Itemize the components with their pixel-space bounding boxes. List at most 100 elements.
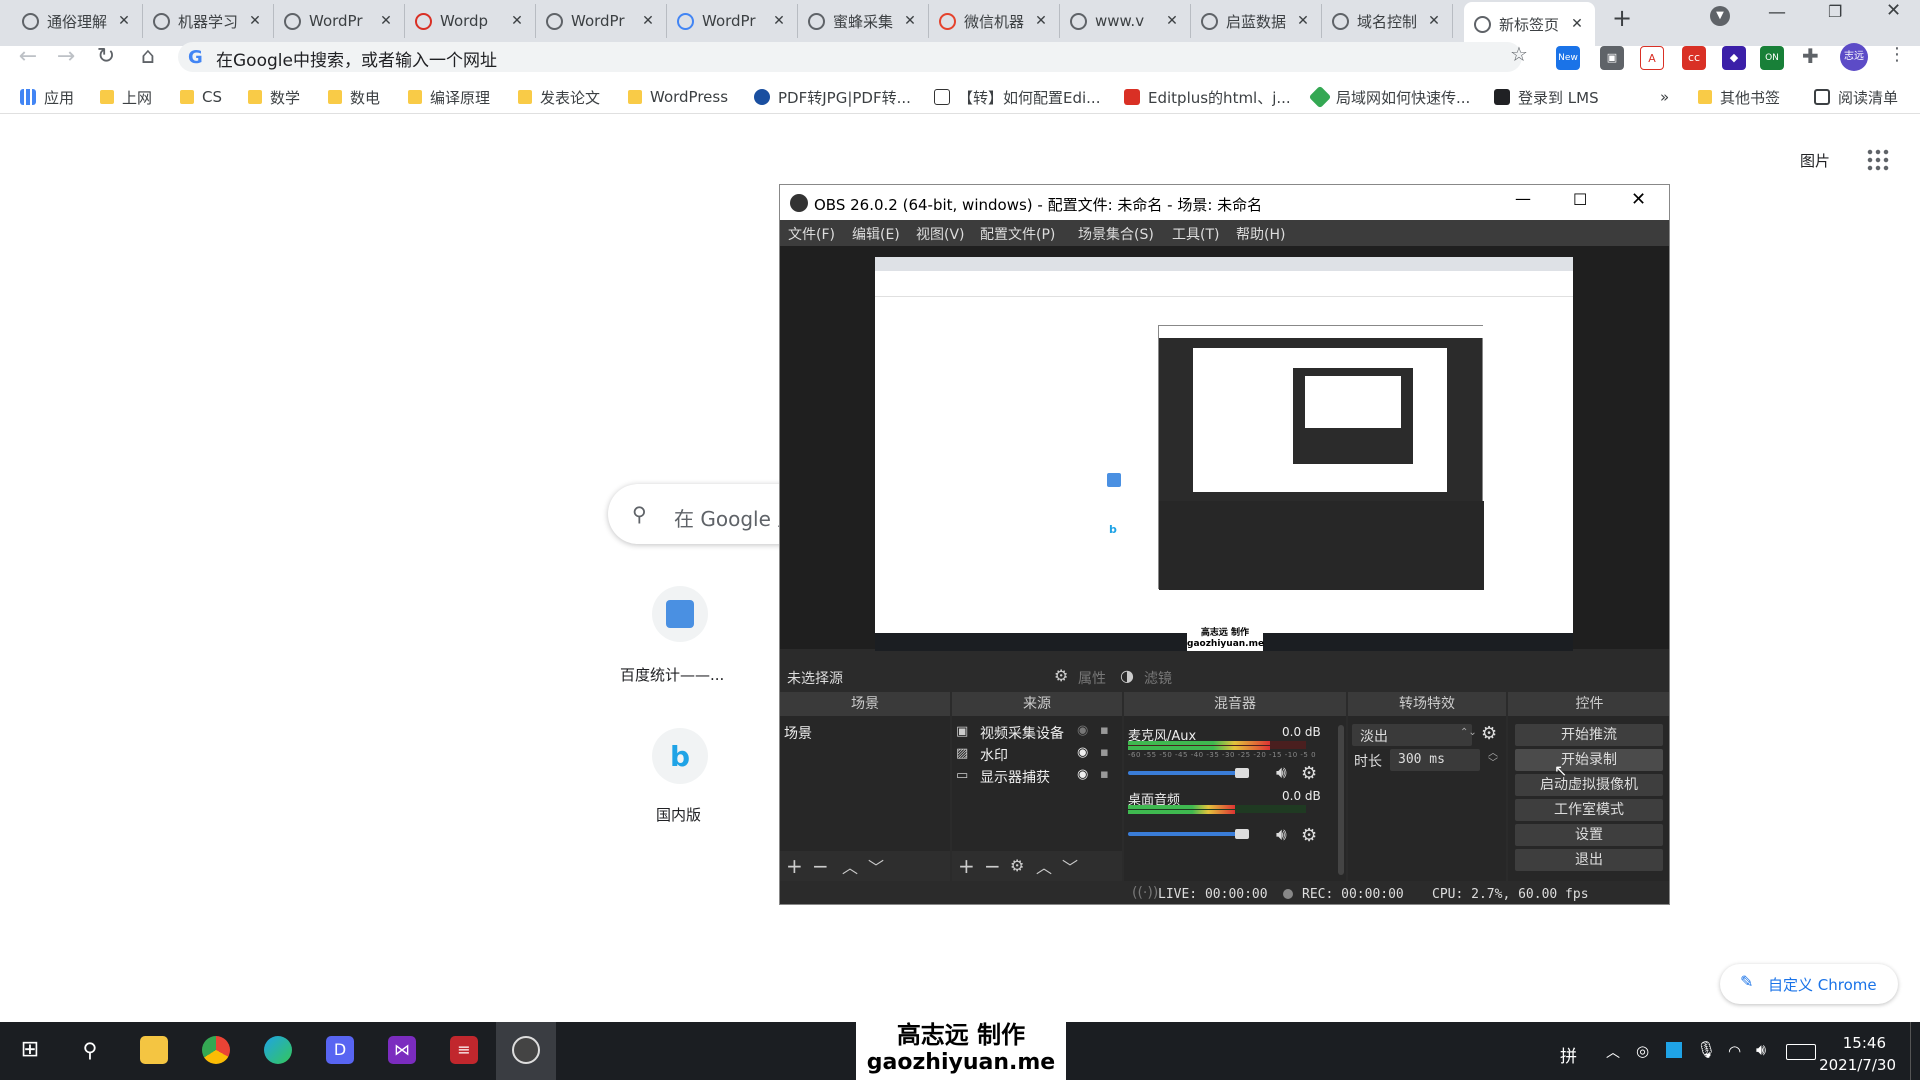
windows-start-icon[interactable]: ⊞ bbox=[16, 1036, 44, 1064]
scene-item[interactable]: 场景 bbox=[784, 723, 812, 743]
volume-slider[interactable] bbox=[1128, 771, 1242, 775]
puzzle-icon[interactable]: ✚ bbox=[1802, 44, 1819, 68]
browser-tab[interactable]: WordPr ✕ bbox=[667, 4, 798, 38]
home-button[interactable]: ⌂ bbox=[134, 40, 162, 74]
exit-button[interactable]: 退出 bbox=[1515, 849, 1663, 871]
wifi-icon[interactable]: ◠ bbox=[1728, 1042, 1741, 1060]
close-icon[interactable]: ✕ bbox=[902, 13, 918, 29]
volume-slider-handle[interactable] bbox=[1235, 768, 1249, 778]
bookmark-folder[interactable]: 上网 bbox=[100, 86, 152, 108]
mixer-scrollbar[interactable] bbox=[1338, 725, 1344, 875]
google-apps-icon[interactable] bbox=[1866, 148, 1890, 172]
menu-profile[interactable]: 配置文件(P) bbox=[980, 224, 1055, 244]
move-down-icon[interactable]: ﹀ bbox=[1062, 854, 1078, 878]
gear-icon[interactable]: ⚙ bbox=[1301, 763, 1317, 784]
close-window-button[interactable]: ✕ bbox=[1631, 189, 1646, 210]
browser-tab[interactable]: WordPr ✕ bbox=[274, 4, 405, 38]
speaker-icon[interactable]: 🔊︎ bbox=[1276, 763, 1287, 783]
close-icon[interactable]: ✕ bbox=[640, 13, 656, 29]
cc-icon[interactable]: cc bbox=[1682, 46, 1706, 70]
winrar-icon[interactable]: ≡ bbox=[450, 1036, 478, 1064]
settings-button[interactable]: 设置 bbox=[1515, 824, 1663, 846]
browser-tab[interactable]: WordPr ✕ bbox=[536, 4, 667, 38]
lock-icon[interactable]: ▪ bbox=[1100, 745, 1109, 760]
bookmark-folder[interactable]: 其他书签 bbox=[1698, 86, 1780, 108]
menu-edit[interactable]: 编辑(E) bbox=[852, 224, 900, 244]
bookmark-apps[interactable]: 应用 bbox=[20, 86, 74, 108]
gear-icon[interactable]: ⚙ bbox=[1010, 856, 1024, 875]
images-link[interactable]: 图片 bbox=[1800, 150, 1830, 171]
source-item[interactable]: 显示器捕获 bbox=[980, 767, 1050, 787]
reading-list-button[interactable]: 阅读清单 bbox=[1814, 86, 1898, 108]
tray-app-icon[interactable] bbox=[1666, 1042, 1682, 1058]
source-item[interactable]: 水印 bbox=[980, 745, 1008, 765]
bookmark-link[interactable]: 【转】如何配置Edi... bbox=[934, 86, 1100, 108]
file-explorer-icon[interactable] bbox=[140, 1036, 168, 1064]
preview-canvas[interactable]: b 高志远 制作 gaozhiyuan.me bbox=[875, 257, 1573, 651]
shortcut-tile[interactable]: b bbox=[652, 728, 708, 784]
minimize-button[interactable]: — bbox=[1768, 2, 1786, 23]
add-icon[interactable]: + bbox=[786, 854, 803, 878]
close-icon[interactable]: ✕ bbox=[509, 13, 525, 29]
close-window-button[interactable]: ✕ bbox=[1886, 0, 1901, 21]
menu-scene-collection[interactable]: 场景集合(S) bbox=[1078, 224, 1154, 244]
browser-tab[interactable]: www.v ✕ bbox=[1060, 4, 1191, 38]
duration-spinner[interactable]: ︿ ﹀ bbox=[1488, 749, 1498, 769]
show-desktop-button[interactable] bbox=[1910, 1022, 1914, 1080]
browser-tab[interactable]: 域名控制 ✕ bbox=[1322, 4, 1453, 38]
reload-button[interactable]: ↻ bbox=[92, 40, 120, 74]
ime-indicator[interactable]: 拼 bbox=[1560, 1042, 1577, 1067]
start-virtual-camera-button[interactable]: 启动虚拟摄像机 bbox=[1515, 774, 1663, 796]
close-icon[interactable]: ✕ bbox=[771, 13, 787, 29]
obs-icon[interactable] bbox=[512, 1036, 540, 1064]
bookmark-folder[interactable]: WordPress bbox=[628, 86, 728, 108]
start-recording-button[interactable]: 开始录制 bbox=[1515, 749, 1663, 771]
eye-hidden-icon[interactable]: ◉ bbox=[1077, 723, 1088, 738]
volume-icon[interactable]: 🔊︎ bbox=[1756, 1040, 1766, 1060]
bookmark-link[interactable]: 局域网如何快速传... bbox=[1308, 85, 1470, 109]
new-tab-button[interactable]: + bbox=[1612, 4, 1632, 32]
star-icon[interactable]: ☆ bbox=[1510, 42, 1528, 66]
move-down-icon[interactable]: ﹀ bbox=[868, 854, 884, 878]
bookmark-folder[interactable]: 编译原理 bbox=[408, 86, 490, 108]
microphone-icon[interactable]: 🎙︎ bbox=[1696, 1040, 1716, 1059]
volume-slider[interactable] bbox=[1128, 832, 1242, 836]
browser-tab[interactable]: 通俗理解 ✕ bbox=[12, 4, 143, 38]
speaker-icon[interactable]: 🔊︎ bbox=[1276, 825, 1287, 845]
clock-date[interactable]: 2021/7/30 bbox=[1810, 1056, 1896, 1074]
lock-icon[interactable]: ▪ bbox=[1100, 767, 1109, 782]
menu-file[interactable]: 文件(F) bbox=[788, 224, 835, 244]
remove-icon[interactable]: − bbox=[812, 854, 829, 878]
close-icon[interactable]: ✕ bbox=[1164, 13, 1180, 29]
menu-view[interactable]: 视图(V) bbox=[916, 224, 965, 244]
more-bookmarks-button[interactable]: » bbox=[1660, 86, 1669, 108]
visual-studio-icon[interactable]: ⋈ bbox=[388, 1036, 416, 1064]
edge-icon[interactable] bbox=[264, 1036, 292, 1064]
add-icon[interactable]: + bbox=[958, 854, 975, 878]
back-button[interactable]: ← bbox=[14, 40, 42, 74]
move-up-icon[interactable]: ︿ bbox=[842, 854, 858, 878]
bookmark-folder[interactable]: 数电 bbox=[328, 86, 380, 108]
studio-mode-button[interactable]: 工作室模式 bbox=[1515, 799, 1663, 821]
minimize-button[interactable]: — bbox=[1515, 189, 1531, 208]
browser-tab[interactable]: Wordp ✕ bbox=[405, 4, 536, 38]
properties-button[interactable]: 属性 bbox=[1078, 668, 1106, 688]
source-item[interactable]: 视频采集设备 bbox=[980, 723, 1064, 743]
bookmark-folder[interactable]: CS bbox=[180, 86, 222, 108]
maximize-button[interactable]: ☐ bbox=[1573, 190, 1587, 209]
browser-tab[interactable]: 启蓝数据 ✕ bbox=[1191, 4, 1322, 38]
menu-help[interactable]: 帮助(H) bbox=[1236, 224, 1285, 244]
close-icon[interactable]: ✕ bbox=[116, 13, 132, 29]
tab-search-icon[interactable]: ▼ bbox=[1710, 6, 1730, 26]
obs-tray-icon[interactable]: ◎ bbox=[1636, 1042, 1649, 1060]
gear-icon[interactable]: ⚙ bbox=[1481, 723, 1497, 744]
search-icon[interactable]: ⚲ bbox=[76, 1036, 104, 1064]
browser-tab[interactable]: 机器学习 ✕ bbox=[143, 4, 274, 38]
bookmark-folder[interactable]: 数学 bbox=[248, 86, 300, 108]
extension-icon[interactable]: ▣ bbox=[1600, 46, 1624, 70]
eye-icon[interactable]: ◉ bbox=[1077, 745, 1088, 760]
close-icon[interactable]: ✕ bbox=[247, 13, 263, 29]
filters-button[interactable]: 滤镜 bbox=[1144, 668, 1172, 688]
browser-tab-active[interactable]: 新标签页 ✕ bbox=[1464, 2, 1595, 46]
on-extension-icon[interactable]: ON bbox=[1760, 46, 1784, 70]
